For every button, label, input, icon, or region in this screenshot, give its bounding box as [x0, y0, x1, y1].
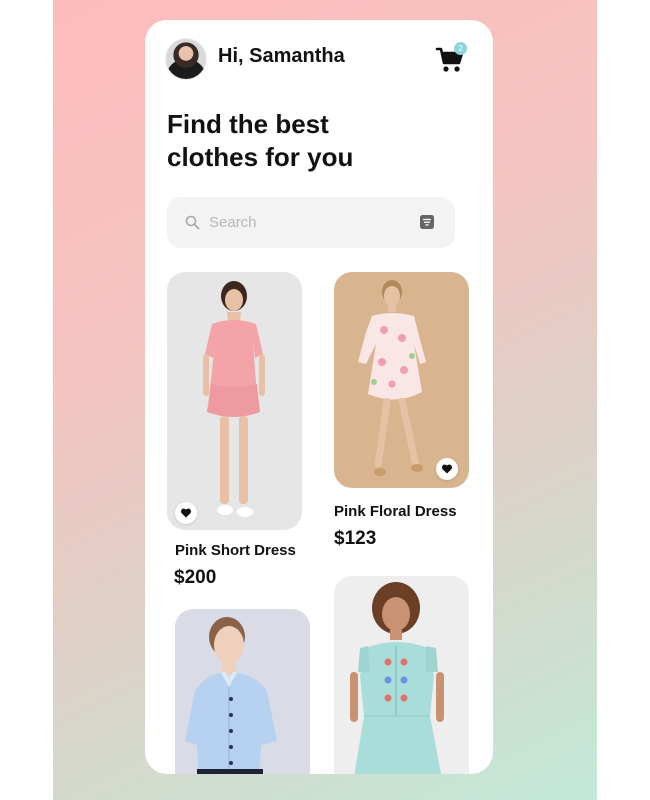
product-card-blue-shirt[interactable]: [175, 609, 310, 774]
pink-short-dress-photo: [167, 272, 302, 530]
search-icon: [185, 215, 200, 230]
cart-count-badge: 2: [454, 42, 467, 55]
product-price: $200: [174, 567, 217, 588]
product-card-mint-dress[interactable]: [334, 576, 469, 774]
app-screen: Hi, Samantha 2 Find the best clothes for…: [145, 20, 493, 774]
user-avatar[interactable]: [165, 38, 207, 80]
search-bar[interactable]: [167, 197, 455, 248]
heart-icon: [441, 464, 453, 474]
product-card-pink-floral-dress[interactable]: [334, 272, 469, 488]
product-name[interactable]: Pink Short Dress: [175, 542, 296, 559]
favorite-button[interactable]: [436, 458, 458, 480]
greeting-text: Hi, Samantha: [218, 45, 345, 67]
search-input[interactable]: [209, 210, 409, 234]
page-headline: Find the best clothes for you: [167, 108, 467, 174]
headline-line-1: Find the best: [167, 109, 329, 139]
app-background: Hi, Samantha 2 Find the best clothes for…: [53, 0, 597, 800]
pink-floral-dress-photo: [334, 272, 469, 488]
light-blue-shirt-photo: [175, 609, 310, 774]
product-card-pink-short-dress[interactable]: [167, 272, 302, 530]
favorite-button[interactable]: [175, 502, 197, 524]
heart-icon: [180, 508, 192, 518]
filter-icon[interactable]: [419, 214, 435, 230]
product-price: $123: [334, 528, 377, 549]
mint-embroidered-dress-photo: [334, 576, 469, 774]
headline-line-2: clothes for you: [167, 142, 354, 172]
product-name[interactable]: Pink Floral Dress: [334, 503, 457, 520]
